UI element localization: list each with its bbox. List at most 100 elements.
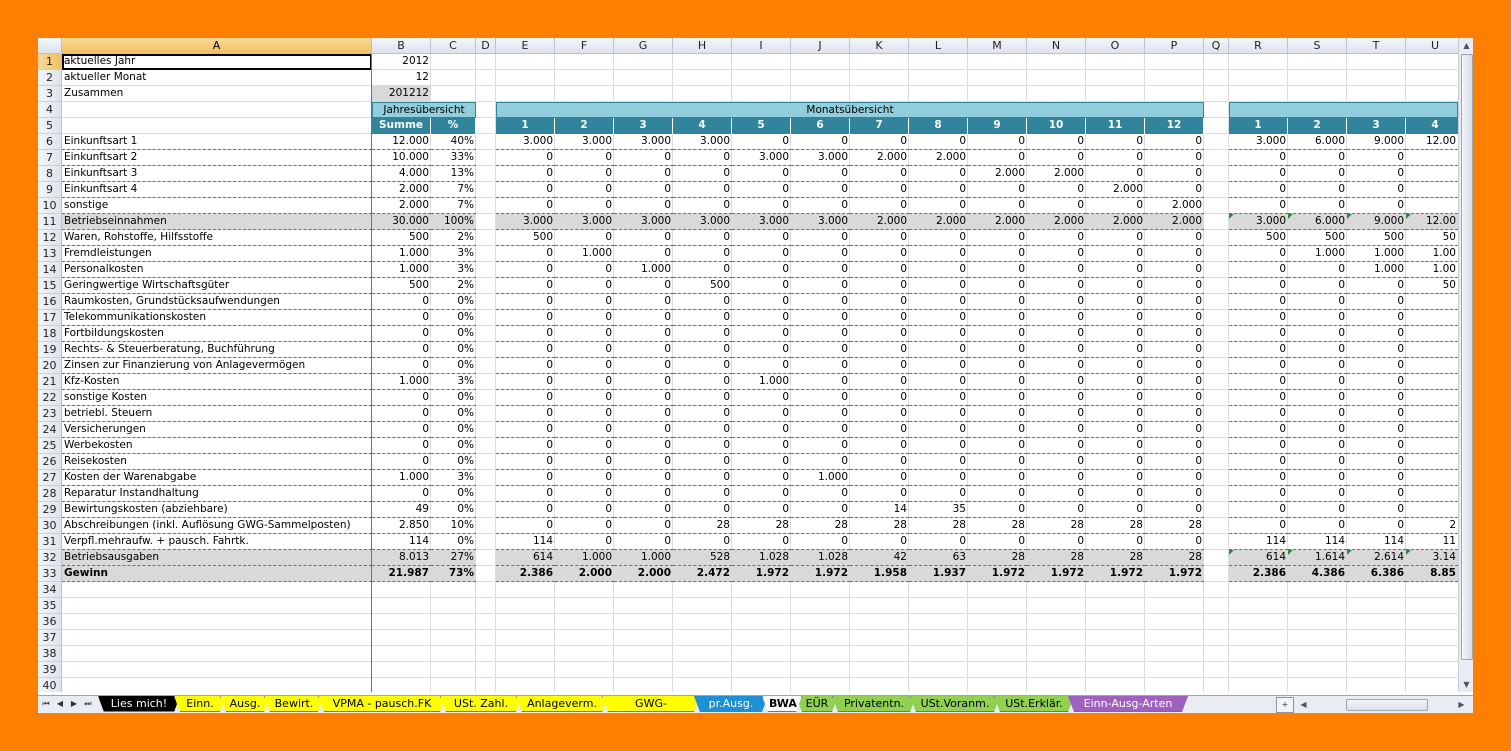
row-header-36[interactable]: 36 [38,614,62,630]
summe-value[interactable]: 0 [372,358,431,374]
month-value[interactable]: 28 [732,518,791,534]
month-value[interactable]: 0 [732,182,791,198]
grid-cell[interactable] [968,598,1027,614]
grid-cell[interactable] [476,294,496,310]
month-value[interactable]: 0 [968,486,1027,502]
month-value[interactable]: 0 [732,166,791,182]
cumulative-value[interactable]: 0 [1229,470,1288,486]
month-value[interactable]: 0 [614,486,673,502]
row-header-22[interactable]: 22 [38,390,62,406]
month-value[interactable]: 0 [791,406,850,422]
grid-cell[interactable] [1204,630,1229,646]
grid-cell[interactable] [673,678,732,692]
month-value[interactable]: 0 [909,470,968,486]
month-value[interactable]: 0 [614,230,673,246]
month-value[interactable]: 0 [1086,438,1145,454]
month-value[interactable]: 0 [1145,134,1204,150]
month-value[interactable]: 0 [1027,390,1086,406]
month-value[interactable]: 0 [1027,246,1086,262]
row-label[interactable]: Reisekosten [62,454,372,470]
month-value[interactable]: 0 [1086,470,1145,486]
percent-value[interactable]: 3% [431,470,476,486]
grid-cell[interactable] [791,614,850,630]
grid-cell[interactable] [1204,614,1229,630]
month-value[interactable]: 0 [614,310,673,326]
row-header-30[interactable]: 30 [38,518,62,534]
row-header-32[interactable]: 32 [38,550,62,566]
cumulative-value[interactable]: 2 [1406,518,1458,534]
month-value[interactable]: 0 [1027,326,1086,342]
month-value[interactable]: 0 [1145,262,1204,278]
grid-cell[interactable] [791,598,850,614]
grid-cell[interactable] [476,550,496,566]
month-value[interactable]: 3.000 [555,214,614,230]
month-value[interactable]: 0 [968,262,1027,278]
month-value[interactable]: 0 [968,342,1027,358]
cumulative-value[interactable]: 0 [1288,150,1347,166]
cumulative-value[interactable] [1406,294,1458,310]
grid-cell[interactable] [62,102,372,118]
cumulative-value[interactable] [1406,502,1458,518]
cumulative-value[interactable]: 0 [1229,502,1288,518]
select-all-corner[interactable] [38,38,62,54]
grid-cell[interactable] [1406,54,1458,70]
month-value[interactable]: 28 [909,518,968,534]
grid-cell[interactable] [1204,486,1229,502]
month-value[interactable]: 0 [614,470,673,486]
sheet-tab-ust-erklär[interactable]: USt.Erklär. [994,696,1074,712]
percent-value[interactable]: 0% [431,454,476,470]
active-cell-a1[interactable]: aktuelles Jahr [62,54,372,70]
month-value[interactable]: 0 [673,294,732,310]
cumulative-value[interactable]: 0 [1347,310,1406,326]
percent-value[interactable]: 0% [431,534,476,550]
grid-cell[interactable] [372,678,431,692]
month-value[interactable]: 0 [673,166,732,182]
cumulative-value[interactable]: 0 [1288,518,1347,534]
grid-cell[interactable] [1204,86,1229,102]
grid-cell[interactable] [1204,582,1229,598]
cumulative-value[interactable]: 500 [1229,230,1288,246]
month-value[interactable]: 3.000 [496,214,555,230]
grid-cell[interactable] [1288,614,1347,630]
month-value[interactable]: 0 [555,438,614,454]
month-value[interactable]: 0 [968,502,1027,518]
grid-cell[interactable] [614,86,673,102]
cumulative-value[interactable]: 0 [1347,454,1406,470]
month-value[interactable]: 0 [732,278,791,294]
month-value[interactable]: 0 [673,390,732,406]
prev-sheet-icon[interactable]: ◀ [54,697,66,711]
month-value[interactable]: 3.000 [732,150,791,166]
month-value[interactable]: 0 [1145,438,1204,454]
month-value[interactable]: 0 [968,534,1027,550]
grid-cell[interactable] [1086,70,1145,86]
grid-cell[interactable] [476,662,496,678]
month-value[interactable]: 0 [673,502,732,518]
month-value[interactable]: 28 [1086,550,1145,566]
cumulative-value[interactable]: 0 [1288,262,1347,278]
month-value[interactable]: 1.972 [791,566,850,582]
row-header-1[interactable]: 1 [38,54,62,70]
cumulative-value[interactable]: 1.000 [1288,246,1347,262]
month-value[interactable]: 0 [909,134,968,150]
grid-cell[interactable] [476,374,496,390]
grid-cell[interactable] [476,486,496,502]
grid-cell[interactable] [673,70,732,86]
row-label[interactable]: Versicherungen [62,422,372,438]
sheet-tab-gwg-sammelp[interactable]: GWG-Sammelp. [602,696,700,712]
month-value[interactable]: 0 [555,262,614,278]
grid-cell[interactable] [372,662,431,678]
month-value[interactable]: 0 [1086,486,1145,502]
grid-cell[interactable] [1204,342,1229,358]
cumulative-value[interactable]: 0 [1347,358,1406,374]
grid-cell[interactable] [496,86,555,102]
month-value[interactable]: 0 [968,422,1027,438]
month-value[interactable]: 0 [909,438,968,454]
month-value[interactable]: 3.000 [732,214,791,230]
month-value[interactable]: 1.000 [614,550,673,566]
grid-cell[interactable] [476,166,496,182]
month-value[interactable]: 0 [791,438,850,454]
row-label[interactable]: Bewirtungskosten (abziehbare) [62,502,372,518]
grid-cell[interactable] [1204,598,1229,614]
column-header-o[interactable]: O [1086,38,1145,54]
cumulative-value[interactable]: 0 [1229,182,1288,198]
